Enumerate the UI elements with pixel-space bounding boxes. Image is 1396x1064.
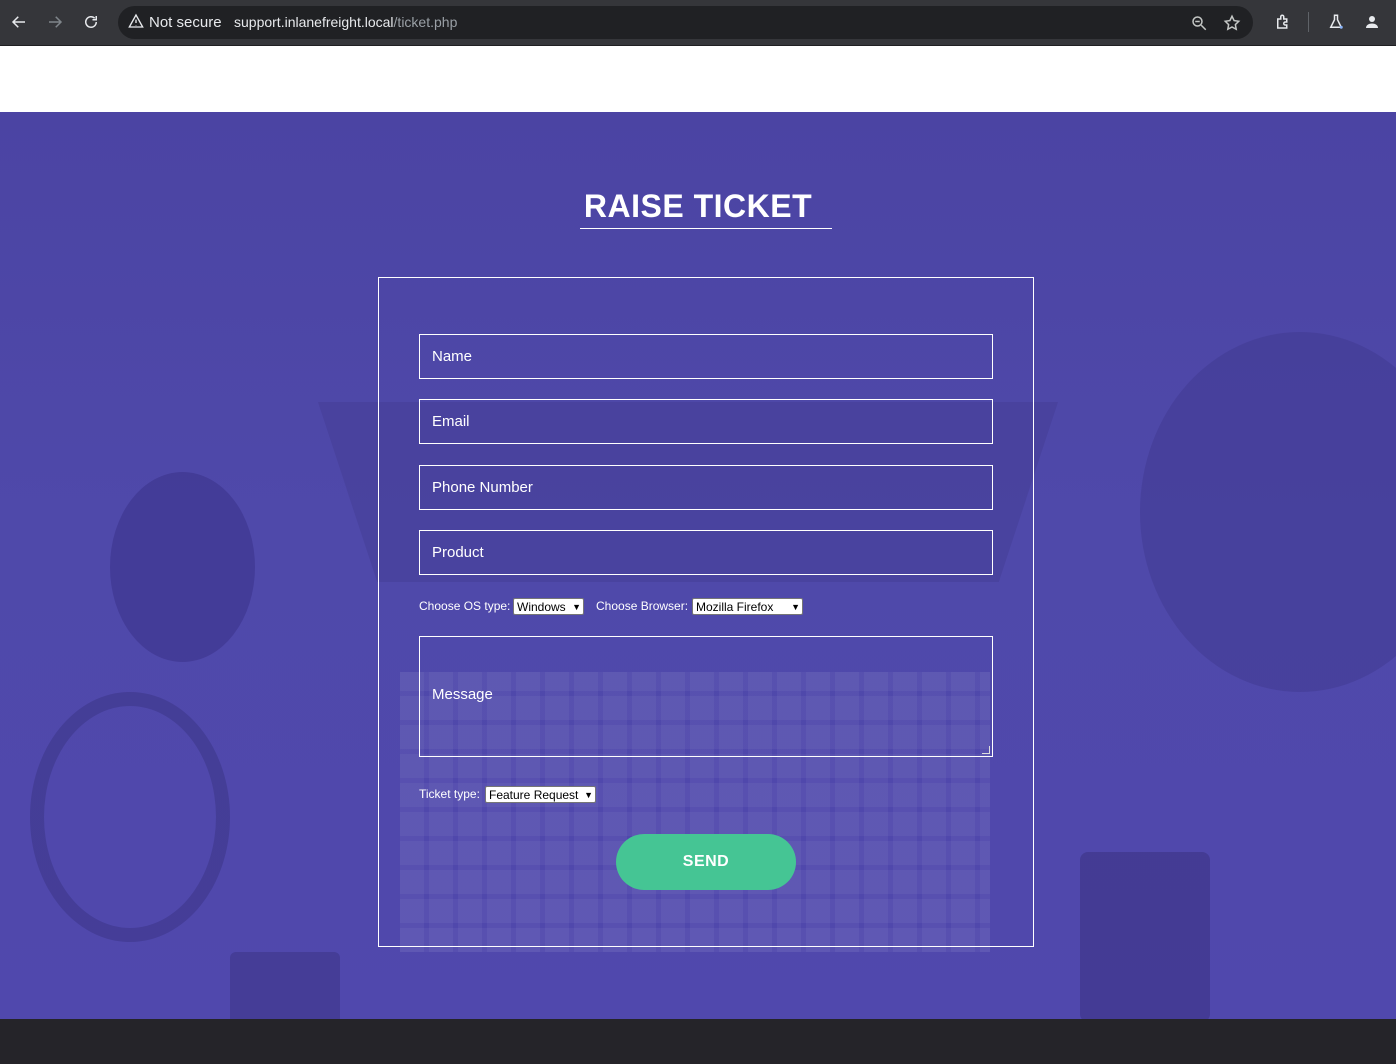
send-button[interactable]: SEND — [616, 834, 796, 890]
warning-icon — [128, 13, 144, 33]
url-host: support.inlanefreight.local — [234, 14, 394, 30]
ticket-form: Name Email Phone Number Product Choose O… — [378, 277, 1034, 947]
background-cup — [230, 952, 340, 1019]
page-viewport: RAISE TICKET Name Email Phone Number Pro… — [0, 46, 1396, 1064]
security-chip[interactable]: Not secure — [124, 10, 230, 35]
address-bar[interactable]: Not secure support.inlanefreight.local/t… — [118, 6, 1253, 39]
forward-icon[interactable] — [40, 8, 70, 36]
profile-icon[interactable] — [1357, 8, 1387, 36]
ticket-section: RAISE TICKET Name Email Phone Number Pro… — [0, 112, 1396, 1019]
bookmark-star-icon[interactable] — [1222, 13, 1242, 33]
page-title: RAISE TICKET — [583, 188, 813, 224]
ticket-type-value: Feature Request — [489, 787, 579, 802]
extensions-icon[interactable] — [1268, 8, 1298, 36]
browser-select[interactable]: Mozilla Firefox ▼ — [692, 598, 803, 615]
title-underline — [580, 228, 832, 229]
background-lamp — [110, 472, 255, 662]
message-placeholder: Message — [432, 686, 493, 703]
url-path: /ticket.php — [393, 14, 458, 30]
resize-handle-icon[interactable] — [982, 746, 990, 754]
toolbar-divider — [1308, 12, 1309, 32]
chevron-down-icon: ▼ — [572, 601, 581, 612]
os-type-value: Windows — [517, 599, 566, 614]
url-text[interactable]: support.inlanefreight.local/ticket.php — [234, 14, 457, 30]
top-header-strip — [0, 46, 1396, 112]
browser-value: Mozilla Firefox — [696, 599, 774, 614]
security-label: Not secure — [149, 14, 222, 31]
background-camera — [1080, 852, 1210, 1019]
zoom-icon[interactable] — [1189, 13, 1209, 33]
chevron-down-icon: ▼ — [791, 601, 800, 612]
os-type-label: Choose OS type: — [419, 599, 511, 613]
phone-number-input[interactable]: Phone Number — [419, 465, 993, 510]
browser-label: Choose Browser: — [596, 599, 689, 613]
footer-strip — [0, 1019, 1396, 1064]
os-type-select[interactable]: Windows ▼ — [513, 598, 584, 615]
back-icon[interactable] — [4, 8, 34, 36]
product-input[interactable]: Product — [419, 530, 993, 575]
ticket-type-select[interactable]: Feature Request ▼ — [485, 786, 596, 803]
browser-toolbar: Not secure support.inlanefreight.local/t… — [0, 0, 1396, 46]
background-headset — [30, 692, 230, 942]
name-input[interactable]: Name — [419, 334, 993, 379]
chevron-down-icon: ▼ — [584, 789, 593, 800]
email-input[interactable]: Email — [419, 399, 993, 444]
background-plant — [1140, 332, 1396, 692]
labs-flask-icon[interactable] — [1321, 8, 1351, 36]
message-textarea[interactable]: Message — [419, 636, 993, 757]
reload-icon[interactable] — [76, 8, 106, 36]
ticket-type-label: Ticket type: — [419, 787, 480, 801]
